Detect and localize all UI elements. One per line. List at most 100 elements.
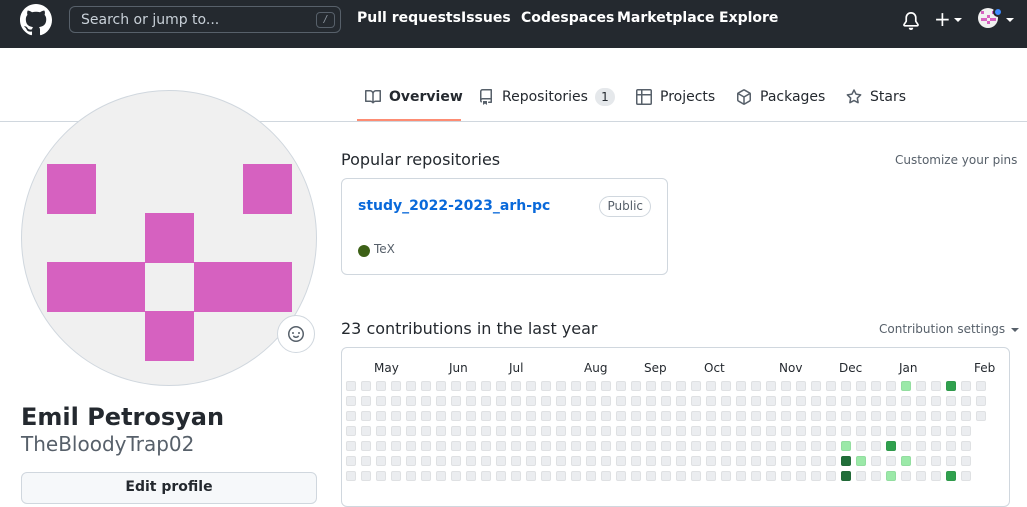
contribution-day-cell[interactable] xyxy=(406,381,416,391)
contribution-day-cell[interactable] xyxy=(511,381,521,391)
contribution-day-cell[interactable] xyxy=(361,426,371,436)
contribution-day-cell[interactable] xyxy=(466,456,476,466)
contribution-day-cell[interactable] xyxy=(541,411,551,421)
contribution-day-cell[interactable] xyxy=(706,456,716,466)
contribution-day-cell[interactable] xyxy=(766,456,776,466)
contribution-day-cell[interactable] xyxy=(856,426,866,436)
contribution-day-cell[interactable] xyxy=(826,426,836,436)
contribution-day-cell[interactable] xyxy=(631,456,641,466)
contribution-day-cell[interactable] xyxy=(751,471,761,481)
contribution-day-cell[interactable] xyxy=(571,381,581,391)
contribution-day-cell[interactable] xyxy=(826,411,836,421)
contribution-day-cell[interactable] xyxy=(541,426,551,436)
contribution-day-cell[interactable] xyxy=(931,396,941,406)
contribution-day-cell[interactable] xyxy=(361,456,371,466)
contribution-day-cell[interactable] xyxy=(811,456,821,466)
contribution-day-cell[interactable] xyxy=(931,441,941,451)
contribution-day-cell[interactable] xyxy=(481,426,491,436)
contribution-day-cell[interactable] xyxy=(526,441,536,451)
contribution-day-cell[interactable] xyxy=(436,426,446,436)
contribution-day-cell[interactable] xyxy=(706,396,716,406)
contribution-day-cell[interactable] xyxy=(721,381,731,391)
set-status-button[interactable] xyxy=(277,315,315,353)
contribution-day-cell[interactable] xyxy=(646,411,656,421)
contribution-day-cell[interactable] xyxy=(556,426,566,436)
contribution-day-cell[interactable] xyxy=(526,426,536,436)
nav-explore[interactable]: Explore xyxy=(719,10,778,26)
tab-repositories[interactable]: Repositories 1 xyxy=(478,84,615,110)
contribution-day-cell[interactable] xyxy=(451,381,461,391)
contribution-day-cell[interactable] xyxy=(706,411,716,421)
contribution-day-cell[interactable] xyxy=(841,441,851,451)
contribution-day-cell[interactable] xyxy=(571,441,581,451)
contribution-day-cell[interactable] xyxy=(766,471,776,481)
contribution-day-cell[interactable] xyxy=(751,396,761,406)
contribution-day-cell[interactable] xyxy=(901,456,911,466)
contribution-day-cell[interactable] xyxy=(781,381,791,391)
contribution-day-cell[interactable] xyxy=(916,441,926,451)
contribution-day-cell[interactable] xyxy=(751,381,761,391)
contribution-day-cell[interactable] xyxy=(601,381,611,391)
contribution-day-cell[interactable] xyxy=(466,411,476,421)
contribution-day-cell[interactable] xyxy=(976,396,986,406)
create-new-caret-icon[interactable] xyxy=(954,18,962,22)
contribution-day-cell[interactable] xyxy=(451,471,461,481)
contribution-day-cell[interactable] xyxy=(826,396,836,406)
contribution-day-cell[interactable] xyxy=(886,381,896,391)
contribution-day-cell[interactable] xyxy=(361,471,371,481)
contribution-day-cell[interactable] xyxy=(406,471,416,481)
contribution-day-cell[interactable] xyxy=(886,441,896,451)
contribution-day-cell[interactable] xyxy=(796,396,806,406)
contribution-day-cell[interactable] xyxy=(901,441,911,451)
contribution-day-cell[interactable] xyxy=(586,426,596,436)
contribution-day-cell[interactable] xyxy=(841,426,851,436)
contribution-day-cell[interactable] xyxy=(721,411,731,421)
contribution-day-cell[interactable] xyxy=(901,411,911,421)
contribution-day-cell[interactable] xyxy=(451,396,461,406)
contribution-day-cell[interactable] xyxy=(496,441,506,451)
contribution-day-cell[interactable] xyxy=(376,441,386,451)
nav-pull-requests[interactable]: Pull requests xyxy=(357,10,461,26)
contribution-day-cell[interactable] xyxy=(661,441,671,451)
contribution-day-cell[interactable] xyxy=(511,426,521,436)
contribution-day-cell[interactable] xyxy=(916,456,926,466)
contribution-day-cell[interactable] xyxy=(421,396,431,406)
contribution-day-cell[interactable] xyxy=(826,441,836,451)
contribution-day-cell[interactable] xyxy=(616,441,626,451)
contribution-day-cell[interactable] xyxy=(961,381,971,391)
contribution-day-cell[interactable] xyxy=(616,471,626,481)
search-box[interactable]: / xyxy=(69,6,341,33)
contribution-day-cell[interactable] xyxy=(571,411,581,421)
contribution-day-cell[interactable] xyxy=(796,456,806,466)
github-logo-icon[interactable] xyxy=(20,4,52,36)
contribution-day-cell[interactable] xyxy=(421,426,431,436)
contribution-day-cell[interactable] xyxy=(616,411,626,421)
contribution-day-cell[interactable] xyxy=(616,456,626,466)
contribution-day-cell[interactable] xyxy=(766,411,776,421)
contribution-day-cell[interactable] xyxy=(406,441,416,451)
contribution-day-cell[interactable] xyxy=(511,471,521,481)
contribution-settings-dropdown[interactable]: Contribution settings xyxy=(879,322,1020,336)
contribution-day-cell[interactable] xyxy=(736,471,746,481)
contribution-day-cell[interactable] xyxy=(856,456,866,466)
contribution-day-cell[interactable] xyxy=(631,396,641,406)
contribution-day-cell[interactable] xyxy=(391,441,401,451)
contribution-day-cell[interactable] xyxy=(796,381,806,391)
contribution-day-cell[interactable] xyxy=(526,396,536,406)
contribution-day-cell[interactable] xyxy=(616,426,626,436)
contribution-day-cell[interactable] xyxy=(481,456,491,466)
contribution-day-cell[interactable] xyxy=(436,411,446,421)
contribution-day-cell[interactable] xyxy=(916,471,926,481)
contribution-day-cell[interactable] xyxy=(346,411,356,421)
contribution-day-cell[interactable] xyxy=(766,381,776,391)
contribution-day-cell[interactable] xyxy=(571,426,581,436)
contribution-day-cell[interactable] xyxy=(871,441,881,451)
contribution-day-cell[interactable] xyxy=(856,411,866,421)
contribution-day-cell[interactable] xyxy=(556,381,566,391)
contribution-day-cell[interactable] xyxy=(856,441,866,451)
contribution-day-cell[interactable] xyxy=(571,456,581,466)
contribution-day-cell[interactable] xyxy=(781,411,791,421)
contribution-day-cell[interactable] xyxy=(391,456,401,466)
contribution-day-cell[interactable] xyxy=(946,411,956,421)
contribution-day-cell[interactable] xyxy=(721,396,731,406)
